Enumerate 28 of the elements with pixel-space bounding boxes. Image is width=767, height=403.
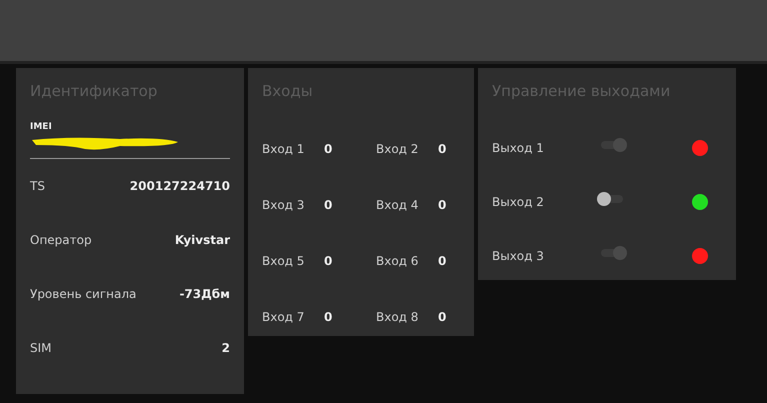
input-label: Вход 6	[376, 252, 420, 270]
output-label: Выход 1	[492, 140, 545, 156]
field-label: Оператор	[30, 232, 92, 248]
input-value: 0	[438, 140, 448, 158]
input-value: 0	[324, 140, 334, 158]
field-value: -73Дбм	[179, 286, 230, 302]
input-label: Вход 5	[262, 252, 306, 270]
input-label: Вход 1	[262, 140, 306, 158]
field-label: Уровень сигнала	[30, 286, 136, 302]
output-label: Выход 3	[492, 248, 545, 264]
field-value: 200127224710	[130, 178, 230, 194]
input-value: 0	[324, 252, 334, 270]
input-label: Вход 2	[376, 140, 420, 158]
input-label: Вход 4	[376, 196, 420, 214]
input-label: Вход 7	[262, 308, 306, 326]
input-label: Вход 3	[262, 196, 306, 214]
input-label: Вход 8	[376, 308, 420, 326]
field-value: Kyivstar	[174, 232, 230, 248]
field-label: SIM	[30, 340, 52, 356]
field-label: TS	[30, 178, 45, 194]
input-value: 0	[438, 196, 448, 214]
input-value: 0	[324, 308, 334, 326]
field-value: 2	[222, 340, 230, 356]
input-value: 0	[438, 252, 448, 270]
input-value: 0	[438, 308, 448, 326]
imei-field: IMEI	[30, 120, 230, 158]
output-label: Выход 2	[492, 194, 545, 210]
input-value: 0	[324, 196, 334, 214]
